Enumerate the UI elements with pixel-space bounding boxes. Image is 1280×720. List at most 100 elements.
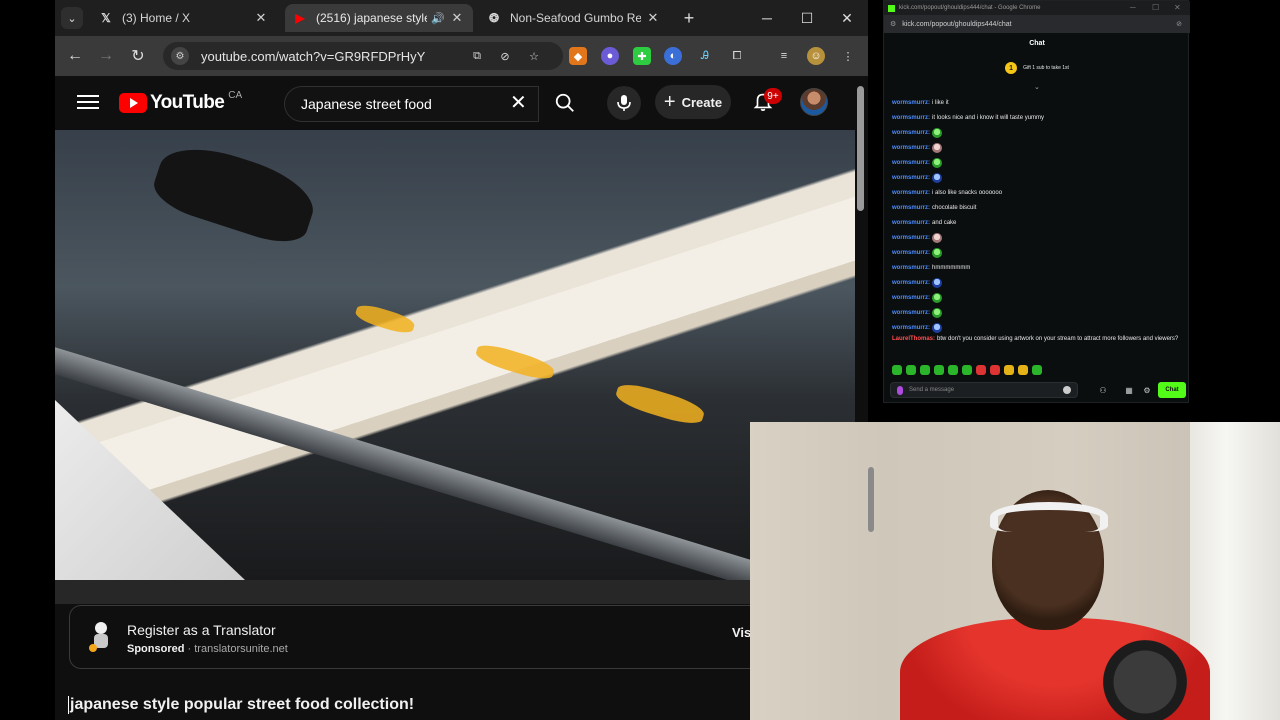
close-window-button[interactable]: ✕ — [835, 8, 859, 28]
search-button[interactable] — [545, 88, 585, 118]
emote-icon — [932, 277, 943, 288]
desktop: ⌄ 𝕏 (3) Home / X ✕ ▶ (2516) japanese sty… — [0, 0, 1280, 720]
gift-text: Gift 1 sub to take 1st — [1023, 65, 1069, 71]
emote-button[interactable] — [906, 365, 916, 375]
chat-message: wormsmurrz: — [892, 125, 1184, 140]
chat-username[interactable]: wormsmurrz: — [892, 310, 930, 316]
browser-toolbar: ← → ↻ ⚙ youtube.com/watch?v=GR9RFDPrHyY … — [55, 36, 868, 76]
emote-icon — [932, 232, 943, 243]
translate-extension-icon[interactable]: Ꭿ — [696, 47, 714, 65]
create-label: Create — [681, 94, 723, 110]
eye-off-icon[interactable]: ⊘ — [1176, 20, 1182, 28]
ad-sponsored-line: Sponsored · translatorsunite.net — [127, 643, 288, 655]
voice-search-button[interactable] — [607, 86, 641, 120]
chat-username[interactable]: wormsmurrz: — [892, 295, 930, 301]
gift-count: 1 — [1005, 62, 1018, 74]
close-window-button[interactable]: ✕ — [1174, 3, 1181, 12]
back-button[interactable]: ← — [65, 46, 85, 66]
youtube-logo[interactable]: YouTube CA — [119, 90, 242, 114]
account-avatar[interactable] — [800, 88, 828, 116]
eye-off-icon[interactable]: ⊘ — [496, 47, 514, 65]
minimize-button[interactable]: ─ — [1130, 3, 1136, 12]
microphone-icon[interactable] — [897, 386, 903, 395]
emote-button[interactable] — [892, 365, 902, 375]
sponsored-ad-card[interactable]: Register as a Translator Sponsored · tra… — [69, 605, 868, 669]
metamask-extension-icon[interactable]: ◆ — [569, 47, 587, 65]
chat-header: Chat — [1029, 39, 1045, 47]
speaker-icon[interactable]: 🔊 — [431, 12, 445, 25]
chat-username[interactable]: wormsmurrz: — [892, 235, 930, 241]
chat-input-placeholder: Send a message — [909, 387, 955, 393]
page-scrollbar[interactable] — [857, 86, 864, 211]
gift-sub-banner[interactable]: 1 Gift 1 sub to take 1st — [884, 57, 1190, 79]
chat-username[interactable]: wormsmurrz: — [892, 100, 930, 106]
store-icon[interactable]: ▦ — [1124, 385, 1134, 395]
extensions-puzzle-icon[interactable]: ⧠ — [728, 47, 746, 65]
chat-username[interactable]: wormsmurrz: — [892, 160, 930, 166]
emote-button[interactable] — [948, 365, 958, 375]
chat-username[interactable]: wormsmurrz: — [892, 325, 930, 331]
emote-button[interactable] — [990, 365, 1000, 375]
visit-site-button[interactable]: Vis — [732, 625, 751, 640]
minimize-button[interactable]: ─ — [755, 8, 779, 28]
chat-window-title: kick.com/popout/ghouldips444/chat - Goog… — [899, 5, 1041, 11]
profile-avatar-icon[interactable]: ☺ — [807, 47, 825, 65]
reload-button[interactable]: ↻ — [128, 46, 148, 66]
chat-message: wormsmurrz: — [892, 230, 1184, 245]
clear-search-icon[interactable]: ✕ — [510, 92, 527, 114]
video-player[interactable] — [55, 130, 855, 580]
close-tab-icon[interactable]: ✕ — [645, 10, 661, 26]
tab-youtube[interactable]: ▶ (2516) japanese style popular street f… — [285, 4, 473, 32]
chevron-down-icon[interactable]: ⌄ — [1034, 83, 1040, 91]
chat-username[interactable]: wormsmurrz: — [892, 265, 930, 271]
close-tab-icon[interactable]: ✕ — [253, 10, 269, 26]
close-tab-icon[interactable]: ✕ — [449, 10, 465, 26]
chat-username[interactable]: wormsmurrz: — [892, 220, 930, 226]
install-app-icon[interactable]: ⧉ — [468, 47, 486, 65]
extension-icon[interactable]: ● — [601, 47, 619, 65]
emote-button[interactable] — [920, 365, 930, 375]
chat-username[interactable]: wormsmurrz: — [892, 145, 930, 151]
emote-button[interactable] — [1018, 365, 1028, 375]
site-info-icon[interactable]: ⚙ — [171, 47, 189, 65]
chat-username[interactable]: wormsmurrz: — [892, 280, 930, 286]
extension-icon[interactable]: ✚ — [633, 47, 651, 65]
media-control-icon[interactable]: ≡ — [775, 47, 793, 65]
chat-username[interactable]: wormsmurrz: — [892, 190, 930, 196]
search-input[interactable]: Japanese street food — [284, 86, 539, 122]
chat-message-text: i like it — [932, 99, 949, 106]
chat-username[interactable]: wormsmurrz: — [892, 250, 930, 256]
gear-icon[interactable]: ⚙ — [1142, 385, 1152, 395]
chat-username[interactable]: wormsmurrz: — [892, 205, 930, 211]
chat-username[interactable]: LaurelThomas: — [892, 336, 935, 342]
player-bottom-bar — [55, 580, 855, 604]
webcam-door-handle — [868, 467, 874, 532]
new-tab-button[interactable]: + — [679, 8, 699, 28]
chat-username[interactable]: wormsmurrz: — [892, 115, 930, 121]
chat-message-text: chocolate biscuit — [932, 204, 977, 211]
extension-icon[interactable]: ◐ — [664, 47, 682, 65]
maximize-button[interactable]: ☐ — [1152, 3, 1159, 12]
create-button[interactable]: + Create — [655, 85, 731, 119]
emoji-icon[interactable] — [1063, 386, 1071, 394]
browser-menu-icon[interactable]: ⋮ — [839, 47, 857, 65]
users-icon[interactable]: ⚇ — [1098, 385, 1108, 395]
chat-address-bar[interactable]: ⚙ kick.com/popout/ghouldips444/chat ⊘ — [884, 15, 1190, 33]
emote-button[interactable] — [962, 365, 972, 375]
emote-button[interactable] — [1004, 365, 1014, 375]
chat-message-input[interactable]: Send a message — [890, 382, 1078, 398]
bookmark-star-icon[interactable]: ☆ — [525, 47, 543, 65]
emote-button[interactable] — [976, 365, 986, 375]
chat-username[interactable]: wormsmurrz: — [892, 130, 930, 136]
emote-button[interactable] — [1032, 365, 1042, 375]
emote-button[interactable] — [934, 365, 944, 375]
chat-username[interactable]: wormsmurrz: — [892, 175, 930, 181]
tab-search-chevron-icon[interactable]: ⌄ — [61, 7, 83, 29]
send-chat-button[interactable]: Chat — [1158, 382, 1186, 398]
tab-x-home[interactable]: 𝕏 (3) Home / X ✕ — [91, 4, 277, 32]
chat-message: LaurelThomas: btw don't you consider usin… — [892, 335, 1184, 357]
menu-icon[interactable] — [77, 91, 99, 113]
tab-gumbo-recipe[interactable]: ❂ Non-Seafood Gumbo Recipe ✕ — [479, 4, 669, 32]
maximize-button[interactable]: ☐ — [795, 8, 819, 28]
forward-button[interactable]: → — [96, 46, 116, 66]
